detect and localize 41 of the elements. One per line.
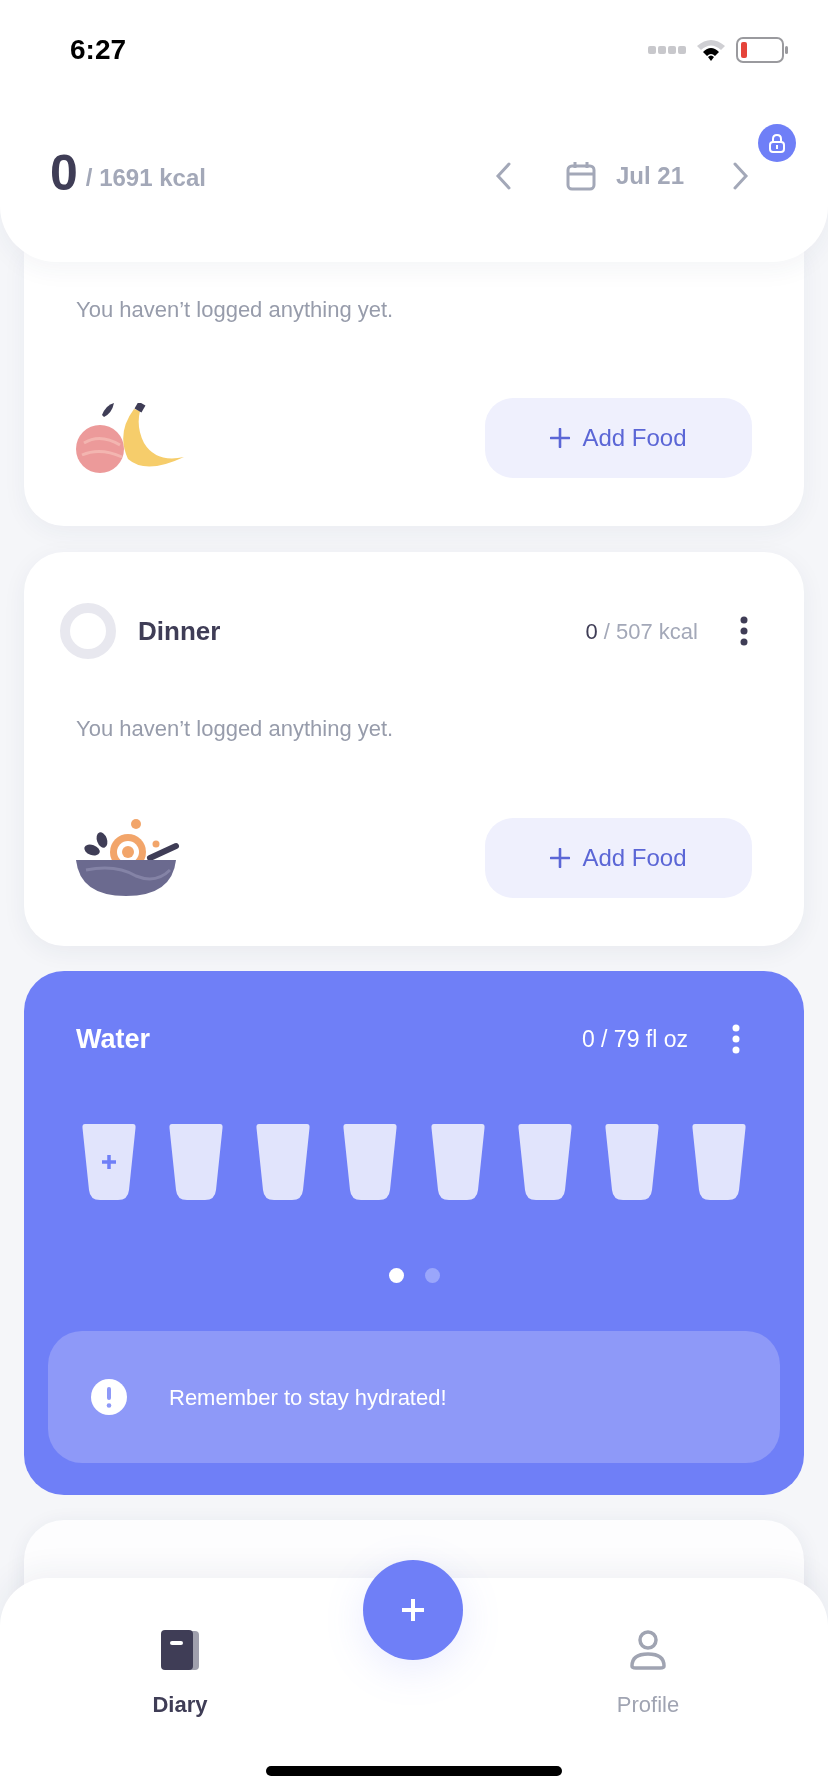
water-glass[interactable] [430,1124,485,1200]
plus-icon [550,848,571,868]
water-amount: 0 / 79 fl oz [581,1024,688,1054]
signal-icon [648,45,686,55]
tab-item[interactable]: Diary [120,1630,240,1721]
tab-item[interactable]: Profile [588,1630,708,1721]
add-food-button[interactable]: Add Food [485,818,752,898]
plus-icon [401,1598,425,1622]
water-glass[interactable] [692,1124,746,1200]
plus-icon [550,428,571,448]
calorie-goal: / 1691 kcal [85,163,206,193]
plus-icon [101,1154,117,1170]
empty-message: You haven’t logged anything yet. [76,296,395,324]
water-glass[interactable] [169,1124,224,1200]
add-food-button[interactable]: Add Food [485,398,752,478]
water-glass[interactable] [256,1124,311,1200]
person-icon [630,1630,666,1670]
calendar-icon [565,161,596,191]
more-icon [732,1024,740,1054]
book-icon [161,1630,199,1670]
meal-calories: 0 [585,617,598,646]
lock-icon [768,133,786,153]
water-glass[interactable] [343,1124,398,1200]
wifi-icon [696,38,726,62]
water-glass[interactable] [604,1124,659,1200]
alert-icon [91,1379,127,1415]
date-picker[interactable]: Jul 21 [565,158,684,194]
meal-calorie-goal: / 507 kcal [603,617,698,646]
more-icon [740,616,748,646]
add-water-glass[interactable] [82,1124,136,1200]
chevron-right-icon [733,162,749,190]
calories-consumed: 0 [50,148,78,198]
battery-icon [736,37,788,63]
water-glass[interactable] [517,1124,572,1200]
empty-message: You haven’t logged anything yet. [76,715,395,743]
lock-badge[interactable] [758,124,796,162]
status-time: 6:27 [70,33,127,67]
reminder-text: Remember to stay hydrated! [169,1383,447,1412]
chevron-left-icon [494,162,511,190]
meal-title: Dinner [138,614,221,648]
water-title: Water [76,1022,150,1056]
